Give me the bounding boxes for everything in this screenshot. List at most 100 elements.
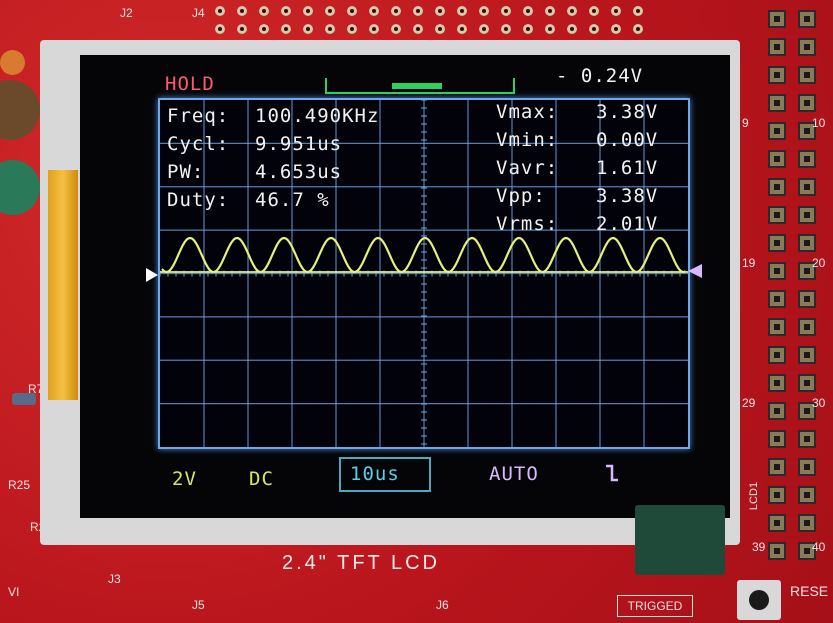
silk-30: 30 [812, 396, 826, 410]
coupling-mode[interactable]: DC [249, 468, 274, 490]
silk-j5: J5 [192, 598, 205, 612]
reset-button[interactable] [737, 580, 781, 620]
header-pin [798, 514, 816, 532]
header-pin [768, 430, 786, 448]
header-pin [768, 38, 786, 56]
meas-left-label: Duty: [167, 189, 230, 211]
header-pin [768, 234, 786, 252]
silk-r25: R25 [8, 478, 31, 492]
pcb-hole [413, 6, 423, 16]
rising-edge-icon[interactable] [604, 462, 620, 484]
pcb-hole [303, 24, 313, 34]
pcb-hole [545, 24, 555, 34]
meas-right-label: Vavr: [496, 157, 559, 179]
pcb-hole [589, 24, 599, 34]
pcb-hole [325, 24, 335, 34]
pcb-hole [633, 24, 643, 34]
meas-right-label: Vpp: [496, 185, 546, 207]
header-pin [798, 150, 816, 168]
header-pin [768, 514, 786, 532]
pcb-hole [259, 24, 269, 34]
pcb-hole [347, 6, 357, 16]
pcb-hole [391, 24, 401, 34]
trigger-level: - 0.24V [556, 65, 644, 87]
reset-button-label: RESE [790, 583, 829, 599]
silk-lcd1: LCD1 [748, 481, 761, 511]
silk-j4: J4 [192, 6, 205, 20]
pcb-hole [347, 24, 357, 34]
meas-right-label: Vrms: [496, 213, 559, 235]
protective-film-tab [635, 505, 725, 575]
header-pin [798, 486, 816, 504]
silk-10: 10 [812, 116, 826, 130]
ch1-ground-marker [146, 268, 158, 282]
pcb-hole [237, 6, 247, 16]
pcb-hole [479, 6, 489, 16]
silk-j2: J2 [120, 6, 133, 20]
pcb-hole [281, 24, 291, 34]
lcd-module-label: 2.4" TFT LCD [282, 552, 440, 574]
pcb-hole [369, 24, 379, 34]
meas-left-value: 46.7 % [255, 189, 330, 211]
silk-29: 29 [742, 396, 756, 410]
header-pin [798, 10, 816, 28]
silk-19: 19 [742, 256, 756, 270]
header-pin [768, 10, 786, 28]
header-pin [798, 38, 816, 56]
pcb-hole [633, 6, 643, 16]
meas-left-value: 4.653us [255, 161, 343, 183]
meas-right-value: 2.01V [596, 213, 659, 235]
pcb-hole [391, 6, 401, 16]
pcb-hole [237, 24, 247, 34]
pcb-hole [259, 6, 269, 16]
pcb-hole [567, 24, 577, 34]
meas-right-value: 0.00V [596, 129, 659, 151]
pcb-hole [369, 6, 379, 16]
meas-right-value: 3.38V [596, 185, 659, 207]
pcb-hole [611, 24, 621, 34]
header-pin [768, 206, 786, 224]
header-pin [768, 290, 786, 308]
trigger-led-label: TRIGGED [617, 595, 693, 617]
pcb-hole [281, 6, 291, 16]
header-pin [768, 346, 786, 364]
silk-40: 40 [812, 540, 826, 554]
pcb-hole [545, 6, 555, 16]
header-pin [768, 262, 786, 280]
pcb-hole [325, 6, 335, 16]
pcb-hole [501, 6, 511, 16]
header-pin [798, 178, 816, 196]
pcb-hole [435, 24, 445, 34]
time-per-div[interactable]: 10us [350, 463, 400, 485]
pcb-hole [567, 6, 577, 16]
pcb-hole [413, 24, 423, 34]
pcb-hole [215, 24, 225, 34]
header-pin [768, 178, 786, 196]
silk-39-bottom: 39 [752, 540, 766, 554]
header-pin [798, 94, 816, 112]
volts-per-div[interactable]: 2V [172, 468, 197, 490]
header-pin [768, 66, 786, 84]
header-pin [768, 402, 786, 420]
meas-left-label: Cycl: [167, 133, 230, 155]
meas-left-value: 100.490KHz [255, 105, 380, 127]
silk-j3: J3 [108, 572, 121, 586]
pcb-hole [457, 6, 467, 16]
pcb-hole [215, 6, 225, 16]
header-pin [768, 122, 786, 140]
graticule-svg [160, 100, 688, 447]
meas-left-label: Freq: [167, 105, 230, 127]
trigger-position-indicator [392, 83, 442, 89]
header-pin [798, 66, 816, 84]
meas-right-label: Vmax: [496, 101, 559, 123]
meas-right-value: 1.61V [596, 157, 659, 179]
header-pin [768, 150, 786, 168]
header-pin [798, 234, 816, 252]
pcb-hole [435, 6, 445, 16]
trigger-mode[interactable]: AUTO [489, 463, 539, 485]
flex-ribbon [48, 170, 78, 400]
pcb-hole [523, 6, 533, 16]
silk-9: 9 [742, 116, 749, 130]
pcb-hole [479, 24, 489, 34]
header-pin [768, 458, 786, 476]
